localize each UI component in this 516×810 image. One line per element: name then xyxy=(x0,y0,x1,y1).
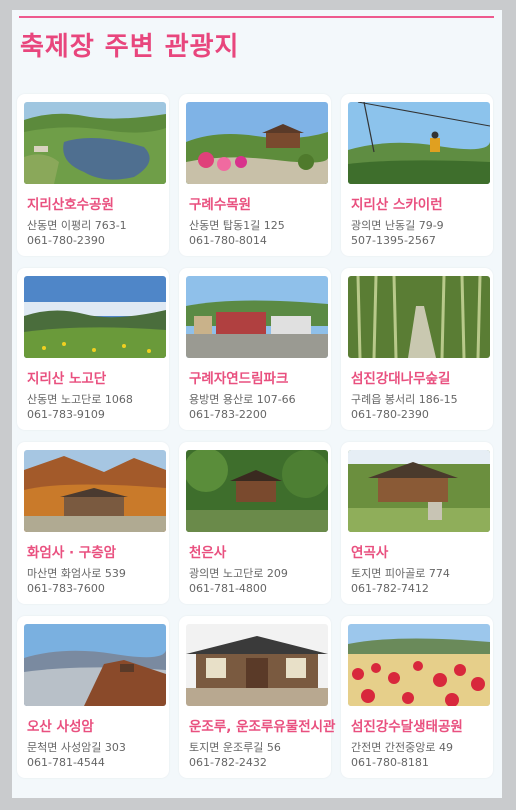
lake-park-photo xyxy=(24,102,166,184)
otter-park-photo xyxy=(348,624,490,706)
attraction-card-unjoru[interactable]: 운조루, 운조루유물전시관 토지면 운조루길 56 061-782-2432 xyxy=(179,616,335,778)
attraction-address: 광의면 노고단로 209 xyxy=(189,567,288,580)
attraction-name: 섬진강수달생태공원 xyxy=(351,719,463,735)
attraction-card-hwaeomsa[interactable]: 화엄사 · 구층암 마산면 화엄사로 539 061-783-7600 xyxy=(17,442,169,604)
bamboo-forest-photo xyxy=(348,276,490,358)
attraction-name: 운조루, 운조루유물전시관 xyxy=(189,719,336,735)
attraction-phone: 061-782-7412 xyxy=(351,582,429,595)
hwaeomsa-photo xyxy=(24,450,166,532)
attraction-card-zipline[interactable]: 지리산 스카이런 광의면 난동길 79-9 507-1395-2567 xyxy=(341,94,493,256)
cheoneunsa-photo xyxy=(186,450,328,532)
attraction-phone: 061-783-2200 xyxy=(189,408,267,421)
attraction-card-bamboo-forest[interactable]: 섬진강대나무숲길 구례읍 봉서리 186-15 061-780-2390 xyxy=(341,268,493,430)
attraction-address: 문척면 사성암길 303 xyxy=(27,741,126,754)
attraction-card-saseongam[interactable]: 오산 사성암 문척면 사성암길 303 061-781-4544 xyxy=(17,616,169,778)
page-title: 축제장 주변 관광지 xyxy=(20,32,240,62)
attraction-card-yeongoksa[interactable]: 연곡사 토지면 피아골로 774 061-782-7412 xyxy=(341,442,493,604)
attraction-name: 연곡사 xyxy=(351,545,389,561)
attraction-address: 용방면 용산로 107-66 xyxy=(189,393,296,406)
attraction-address: 산동면 이평리 763-1 xyxy=(27,219,127,232)
attraction-phone: 061-780-2390 xyxy=(27,234,105,247)
attraction-name: 화엄사 · 구층암 xyxy=(27,545,117,561)
attraction-address: 토지면 운조루길 56 xyxy=(189,741,281,754)
attraction-address: 구례읍 봉서리 186-15 xyxy=(351,393,458,406)
attraction-card-dream-park[interactable]: 구례자연드림파크 용방면 용산로 107-66 061-783-2200 xyxy=(179,268,331,430)
attraction-address: 토지면 피아골로 774 xyxy=(351,567,450,580)
attraction-address: 간전면 간전중앙로 49 xyxy=(351,741,453,754)
arboretum-photo xyxy=(186,102,328,184)
attraction-name: 오산 사성암 xyxy=(27,719,94,735)
attraction-card-otter-park[interactable]: 섬진강수달생태공원 간전면 간전중앙로 49 061-780-8181 xyxy=(341,616,493,778)
attraction-card-lake-park[interactable]: 지리산호수공원 산동면 이평리 763-1 061-780-2390 xyxy=(17,94,169,256)
unjoru-photo xyxy=(186,624,328,706)
attraction-phone: 061-783-9109 xyxy=(27,408,105,421)
attraction-phone: 061-782-2432 xyxy=(189,756,267,769)
attraction-name: 섬진강대나무숲길 xyxy=(351,371,451,387)
attraction-address: 광의면 난동길 79-9 xyxy=(351,219,444,232)
attraction-name: 구례수목원 xyxy=(189,197,252,213)
attractions-panel: 축제장 주변 관광지 지리산호수공원 산동면 이평리 763-1 061-780… xyxy=(12,10,502,798)
zipline-photo xyxy=(348,102,490,184)
attraction-phone: 061-780-8181 xyxy=(351,756,429,769)
yeongoksa-photo xyxy=(348,450,490,532)
attraction-phone: 507-1395-2567 xyxy=(351,234,436,247)
title-divider xyxy=(19,16,494,18)
attraction-card-nogodan[interactable]: 지리산 노고단 산동면 노고단로 1068 061-783-9109 xyxy=(17,268,169,430)
dream-park-photo xyxy=(186,276,328,358)
nogodan-photo xyxy=(24,276,166,358)
attraction-card-arboretum[interactable]: 구례수목원 산동면 탑동1길 125 061-780-8014 xyxy=(179,94,331,256)
attraction-phone: 061-781-4800 xyxy=(189,582,267,595)
attraction-card-cheoneunsa[interactable]: 천은사 광의면 노고단로 209 061-781-4800 xyxy=(179,442,331,604)
attraction-address: 마산면 화엄사로 539 xyxy=(27,567,126,580)
attraction-name: 지리산 노고단 xyxy=(27,371,107,387)
attraction-phone: 061-780-2390 xyxy=(351,408,429,421)
attraction-phone: 061-781-4544 xyxy=(27,756,105,769)
attraction-name: 지리산 스카이런 xyxy=(351,197,443,213)
attraction-name: 천은사 xyxy=(189,545,227,561)
saseongam-photo xyxy=(24,624,166,706)
attraction-phone: 061-780-8014 xyxy=(189,234,267,247)
attraction-name: 지리산호수공원 xyxy=(27,197,114,213)
attraction-address: 산동면 탑동1길 125 xyxy=(189,219,285,232)
attraction-address: 산동면 노고단로 1068 xyxy=(27,393,133,406)
attraction-phone: 061-783-7600 xyxy=(27,582,105,595)
attraction-name: 구례자연드림파크 xyxy=(189,371,289,387)
